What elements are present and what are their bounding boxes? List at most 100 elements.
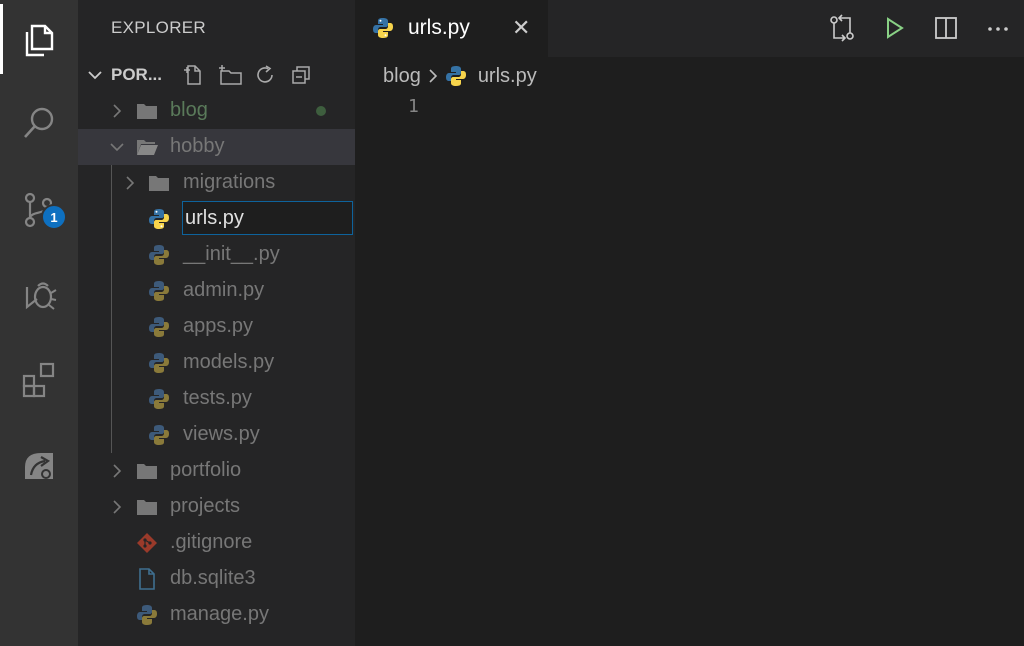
collapse-all-icon [292,66,310,84]
tab-urls-py[interactable]: urls.py ✕ [355,0,548,57]
sidebar-title: EXPLORER [111,18,206,37]
refresh-explorer-button[interactable] [254,64,276,86]
tree-item-blog[interactable]: blog [78,93,355,129]
python-icon [445,66,466,86]
source-control-badge: 1 [41,204,67,230]
python-icon [137,605,157,625]
breadcrumb-file[interactable]: urls.py [478,65,537,88]
rename-input[interactable]: urls.py [182,201,353,235]
explorer-actions [182,64,312,86]
tree-item-views-py[interactable]: views.py [78,417,355,453]
python-icon [373,18,393,38]
python-icon [149,245,169,265]
tree-item-label: tests.py [183,387,252,409]
rename-input-value: urls.py [185,207,244,229]
tree-item-admin-py[interactable]: admin.py [78,273,355,309]
tree-item-label: views.py [183,423,260,445]
python-icon [149,281,169,301]
more-icon [988,27,1008,31]
file-tree: blog hobby migrations urls.py __init__.p… [78,93,355,633]
chevron-right-icon [126,176,135,190]
extensions-icon [22,362,55,398]
tree-item-label: __init__.py [183,243,280,265]
breadcrumb: blog urls.py [383,63,537,89]
chevron-down-icon [88,71,102,80]
git-icon [137,533,157,553]
chevron-right-icon [113,500,122,514]
tree-item-db-sqlite3[interactable]: db.sqlite3 [78,561,355,597]
split-editor-icon [935,17,957,39]
chevron-down-icon [110,143,124,152]
python-icon [149,353,169,373]
workspace-section-header[interactable]: POR... [78,57,355,93]
more-actions-button[interactable] [984,14,1012,47]
remote-explorer-icon [25,453,53,479]
tree-item-manage-py[interactable]: manage.py [78,597,355,633]
tree-item-projects[interactable]: projects [78,489,355,525]
tree-item-label: manage.py [170,603,269,625]
code-editor[interactable]: 1 [355,93,1024,646]
folder-icon [137,104,157,119]
folder-icon [137,500,157,515]
tree-item-gitignore[interactable]: .gitignore [78,525,355,561]
remote-explorer-view-button[interactable] [0,428,78,498]
new-file-icon [184,65,201,85]
split-editor-button[interactable] [932,14,960,47]
new-folder-button[interactable] [218,64,242,86]
tree-item-portfolio[interactable]: portfolio [78,453,355,489]
files-icon [25,24,54,57]
folder-icon [137,464,157,479]
tree-item-label: portfolio [170,459,242,481]
tree-item-migrations[interactable]: migrations [78,165,355,201]
tree-item-label: models.py [183,351,275,373]
chevron-right-icon [429,69,437,83]
tree-item-hobby[interactable]: hobby [78,129,355,165]
python-icon [149,317,169,337]
extensions-view-button[interactable] [0,344,78,414]
new-file-button[interactable] [182,64,204,86]
breadcrumb-folder[interactable]: blog [383,65,421,88]
python-icon [149,425,169,445]
chevron-right-icon [113,104,122,118]
python-icon [149,389,169,409]
refresh-icon [257,65,273,83]
line-number: 1 [408,96,419,117]
compare-changes-icon [830,14,854,42]
run-file-button[interactable] [880,14,908,47]
tree-item-label: hobby [170,135,225,157]
open-changes-button[interactable] [828,14,856,47]
tab-close-button[interactable]: ✕ [512,15,530,41]
tree-item-label: blog [170,99,208,121]
file-icon [139,568,155,590]
chevron-right-icon [113,464,122,478]
tree-item-init-py[interactable]: __init__.py [78,237,355,273]
modified-dot [316,106,326,116]
play-icon [887,17,904,39]
workspace-name: POR... [111,65,163,84]
explorer-view-button[interactable] [0,4,78,74]
explorer-sidebar: EXPLORER POR... blog hobby migrations ur… [78,0,355,646]
source-control-view-button[interactable]: 1 [0,174,78,244]
folder-icon [149,176,169,191]
tree-item-label: apps.py [183,315,254,337]
tree-item-tests-py[interactable]: tests.py [78,381,355,417]
debug-icon [25,282,57,310]
search-icon [24,107,54,138]
tree-item-label: .gitignore [170,531,253,553]
debug-view-button[interactable] [0,258,78,328]
collapse-folders-button[interactable] [290,64,312,86]
folder-open-icon [137,140,158,155]
tab-label: urls.py [408,16,470,39]
activity-bar: 1 [0,0,78,646]
tree-item-label: migrations [183,171,276,193]
new-folder-icon [219,65,242,85]
search-view-button[interactable] [0,88,78,158]
tree-item-label: admin.py [183,279,265,301]
tree-item-urls-py[interactable]: urls.py [78,201,355,237]
python-icon [149,209,169,229]
tree-item-apps-py[interactable]: apps.py [78,309,355,345]
tree-item-label: db.sqlite3 [170,567,256,589]
tree-item-label: projects [170,495,241,517]
editor-tab-bar: urls.py ✕ [355,0,1024,57]
tree-item-models-py[interactable]: models.py [78,345,355,381]
